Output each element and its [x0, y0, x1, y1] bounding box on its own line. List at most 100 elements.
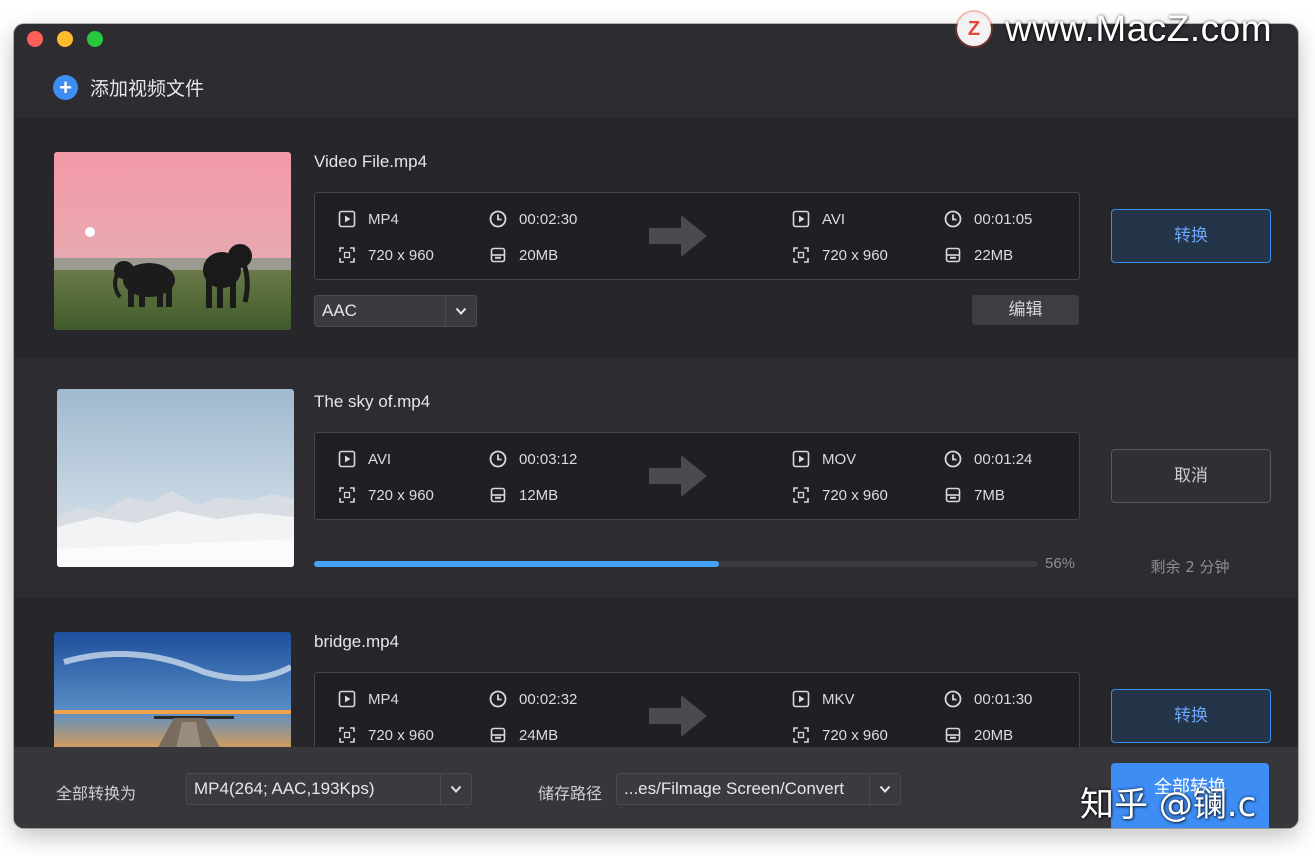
chevron-down-icon	[869, 774, 900, 804]
save-path-label: 储存路径	[538, 784, 603, 803]
chevron-down-icon	[440, 774, 471, 804]
source-resolution: 720 x 960	[337, 245, 434, 265]
target-resolution-text: 720 x 960	[822, 726, 888, 744]
source-resolution-text: 720 x 960	[368, 726, 434, 744]
source-duration: 00:03:12	[488, 449, 577, 469]
source-format: AVI	[337, 449, 391, 469]
target-duration-text: 00:01:30	[974, 690, 1033, 708]
resize-frame-icon	[337, 725, 357, 745]
source-size-text: 12MB	[519, 486, 559, 504]
plus-icon: +	[53, 75, 78, 100]
target-resolution: 720 x 960	[791, 245, 888, 265]
resize-frame-icon	[337, 485, 357, 505]
arrow-right-icon	[649, 215, 707, 257]
target-size-text: 22MB	[974, 246, 1014, 264]
source-size: 24MB	[488, 725, 558, 745]
play-square-icon	[337, 689, 357, 709]
conversion-info-panel: AVI 00:03:12 720 x 960 12MB MOV 00:01:24…	[314, 432, 1080, 520]
arrow-right-icon	[649, 695, 707, 737]
cancel-button[interactable]: 取消	[1111, 449, 1271, 503]
source-resolution-text: 720 x 960	[368, 486, 434, 504]
target-format: MOV	[791, 449, 856, 469]
target-format: AVI	[791, 209, 845, 229]
close-window-button[interactable]	[27, 31, 43, 47]
source-resolution: 720 x 960	[337, 725, 434, 745]
clock-icon	[943, 209, 963, 229]
storage-icon	[488, 245, 508, 265]
output-format-select[interactable]: MP4(264; AAC,193Kps)	[186, 773, 472, 805]
target-size: 20MB	[943, 725, 1013, 745]
edit-button[interactable]: 编辑	[972, 295, 1079, 325]
target-resolution-text: 720 x 960	[822, 486, 888, 504]
convert-button[interactable]: 转换	[1111, 209, 1271, 263]
target-duration: 00:01:24	[943, 449, 1032, 469]
source-resolution: 720 x 960	[337, 485, 434, 505]
zoom-window-button[interactable]	[87, 31, 103, 47]
arrow-right-icon	[649, 455, 707, 497]
resize-frame-icon	[791, 725, 811, 745]
source-duration-text: 00:02:32	[519, 690, 578, 708]
clock-icon	[488, 209, 508, 229]
target-size-text: 20MB	[974, 726, 1014, 744]
resize-frame-icon	[337, 245, 357, 265]
source-resolution-text: 720 x 960	[368, 246, 434, 264]
app-window: + 添加视频文件 Video File.mp4 MP4 00:02:30 720…	[14, 24, 1298, 828]
add-video-file-button[interactable]: + 添加视频文件	[53, 74, 204, 101]
clock-icon	[488, 689, 508, 709]
storage-icon	[488, 485, 508, 505]
source-duration: 00:02:30	[488, 209, 577, 229]
source-size-text: 20MB	[519, 246, 559, 264]
save-path-value: ...es/Filmage Screen/Convert	[624, 779, 845, 798]
convert-all-to-label: 全部转换为	[56, 784, 137, 803]
target-format: MKV	[791, 689, 855, 709]
video-thumbnail	[54, 152, 291, 330]
play-square-icon	[337, 209, 357, 229]
resize-frame-icon	[791, 245, 811, 265]
clock-icon	[943, 449, 963, 469]
source-duration-text: 00:02:30	[519, 210, 578, 228]
target-duration: 00:01:30	[943, 689, 1032, 709]
target-resolution-text: 720 x 960	[822, 246, 888, 264]
target-size: 22MB	[943, 245, 1013, 265]
audio-codec-select[interactable]: AAC	[314, 295, 477, 327]
source-format-text: AVI	[368, 450, 392, 468]
source-format: MP4	[337, 209, 399, 229]
minimize-window-button[interactable]	[57, 31, 73, 47]
target-size: 7MB	[943, 485, 1005, 505]
target-duration-text: 00:01:24	[974, 450, 1033, 468]
zhihu-watermark: 知乎 @镧.c	[1080, 785, 1257, 825]
convert-button[interactable]: 转换	[1111, 689, 1271, 743]
play-square-icon	[791, 689, 811, 709]
source-size: 12MB	[488, 485, 558, 505]
source-size-text: 24MB	[519, 726, 559, 744]
target-resolution: 720 x 960	[791, 485, 888, 505]
macz-watermark-text: www.MacZ.com	[1005, 8, 1273, 49]
progress-bar	[314, 561, 1038, 567]
source-size: 20MB	[488, 245, 558, 265]
macz-logo: Z	[957, 12, 991, 46]
play-square-icon	[337, 449, 357, 469]
target-format-text: MOV	[822, 450, 857, 468]
add-video-file-label: 添加视频文件	[90, 78, 205, 100]
play-square-icon	[791, 209, 811, 229]
source-format: MP4	[337, 689, 399, 709]
macz-watermark: Z www.MacZ.com	[957, 8, 1272, 50]
time-remaining: 剩余 2 分钟	[1150, 558, 1230, 576]
chevron-down-icon	[445, 296, 476, 326]
target-resolution: 720 x 960	[791, 725, 888, 745]
storage-icon	[488, 725, 508, 745]
file-name: bridge.mp4	[314, 632, 400, 651]
progress-percent: 56%	[1045, 555, 1076, 572]
output-format-value: MP4(264; AAC,193Kps)	[194, 779, 375, 798]
target-duration-text: 00:01:05	[974, 210, 1033, 228]
clock-icon	[488, 449, 508, 469]
target-format-text: MKV	[822, 690, 855, 708]
target-format-text: AVI	[822, 210, 846, 228]
storage-icon	[943, 485, 963, 505]
progress-bar-fill	[314, 561, 720, 567]
file-row: Video File.mp4 MP4 00:02:30 720 x 960 20…	[14, 118, 1298, 358]
source-duration-text: 00:03:12	[519, 450, 578, 468]
save-path-select[interactable]: ...es/Filmage Screen/Convert	[616, 773, 901, 805]
play-square-icon	[791, 449, 811, 469]
conversion-info-panel: MP4 00:02:30 720 x 960 20MB AVI 00:01:05…	[314, 192, 1080, 280]
